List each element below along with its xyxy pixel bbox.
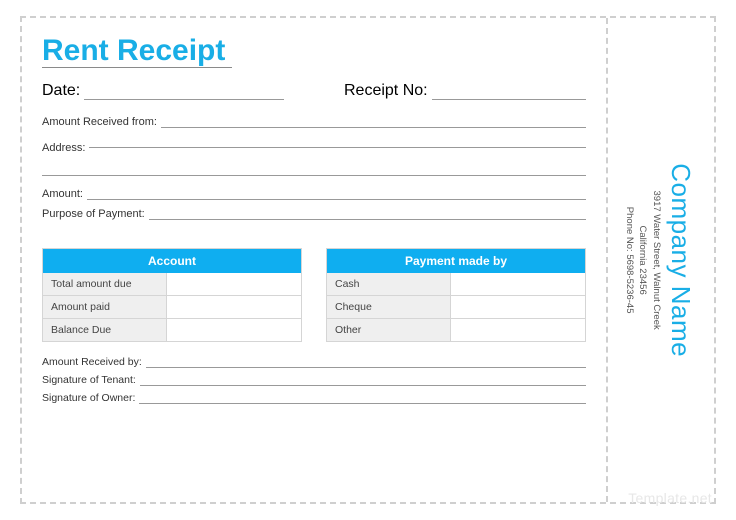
label-purpose: Purpose of Payment:: [42, 208, 149, 220]
cell-value[interactable]: [451, 319, 585, 341]
label-signature-tenant: Signature of Tenant:: [42, 374, 140, 386]
company-address-1: 3917 Water Street, Walnut Creek: [649, 163, 662, 357]
cell-value[interactable]: [451, 296, 585, 318]
field-date: Date:: [42, 82, 284, 100]
label-amount: Amount:: [42, 188, 87, 200]
cell-label: Total amount due: [43, 273, 167, 295]
table-row: Other: [327, 318, 585, 341]
field-receipt-no: Receipt No:: [344, 82, 586, 100]
table-payment-header: Payment made by: [327, 249, 585, 273]
cell-label: Amount paid: [43, 296, 167, 318]
input-date[interactable]: [84, 88, 284, 100]
cell-label: Cheque: [327, 296, 451, 318]
cell-label: Balance Due: [43, 319, 167, 341]
input-signature-tenant[interactable]: [140, 374, 586, 386]
field-amount-received-from: Amount Received from:: [42, 116, 586, 128]
receipt-outer: Rent Receipt Date: Receipt No: Amount Re…: [20, 16, 716, 504]
input-address-1[interactable]: [89, 136, 586, 148]
signature-block: Amount Received by: Signature of Tenant:…: [42, 356, 586, 410]
cell-value[interactable]: [451, 273, 585, 295]
table-row: Amount paid: [43, 295, 301, 318]
cell-label: Cash: [327, 273, 451, 295]
company-address-2: California 23456: [636, 163, 649, 357]
input-amount[interactable]: [87, 188, 586, 200]
input-address-2[interactable]: [42, 162, 586, 176]
receipt-main: Rent Receipt Date: Receipt No: Amount Re…: [22, 18, 608, 502]
tables-row: Account Total amount due Amount paid Bal…: [42, 248, 586, 342]
row-date-receipt: Date: Receipt No:: [42, 82, 586, 100]
field-signature-owner: Signature of Owner:: [42, 392, 586, 404]
label-receipt-no: Receipt No:: [344, 82, 432, 100]
company-name: Company Name: [663, 163, 699, 357]
cell-value[interactable]: [167, 273, 301, 295]
input-received-by[interactable]: [146, 356, 586, 368]
receipt-title: Rent Receipt: [42, 34, 232, 68]
cell-value[interactable]: [167, 319, 301, 341]
input-signature-owner[interactable]: [139, 392, 586, 404]
company-phone: Phone No: 5698-5236-45: [623, 163, 636, 357]
label-received-by: Amount Received by:: [42, 356, 146, 368]
field-purpose: Purpose of Payment:: [42, 208, 586, 220]
table-payment: Payment made by Cash Cheque Other: [326, 248, 586, 342]
label-signature-owner: Signature of Owner:: [42, 392, 139, 404]
table-row: Total amount due: [43, 273, 301, 295]
input-receipt-no[interactable]: [432, 88, 586, 100]
table-row: Cheque: [327, 295, 585, 318]
receipt-stub: Company Name 3917 Water Street, Walnut C…: [608, 18, 714, 502]
table-row: Cash: [327, 273, 585, 295]
table-row: Balance Due: [43, 318, 301, 341]
label-address: Address:: [42, 142, 89, 154]
label-date: Date:: [42, 82, 84, 100]
table-account: Account Total amount due Amount paid Bal…: [42, 248, 302, 342]
field-address: Address:: [42, 136, 586, 154]
field-amount: Amount:: [42, 188, 586, 200]
input-purpose[interactable]: [149, 208, 586, 220]
input-amount-received-from[interactable]: [161, 116, 586, 128]
stub-content: Company Name 3917 Water Street, Walnut C…: [623, 163, 699, 357]
field-signature-tenant: Signature of Tenant:: [42, 374, 586, 386]
cell-value[interactable]: [167, 296, 301, 318]
table-account-header: Account: [43, 249, 301, 273]
label-amount-received-from: Amount Received from:: [42, 116, 161, 128]
field-received-by: Amount Received by:: [42, 356, 586, 368]
cell-label: Other: [327, 319, 451, 341]
